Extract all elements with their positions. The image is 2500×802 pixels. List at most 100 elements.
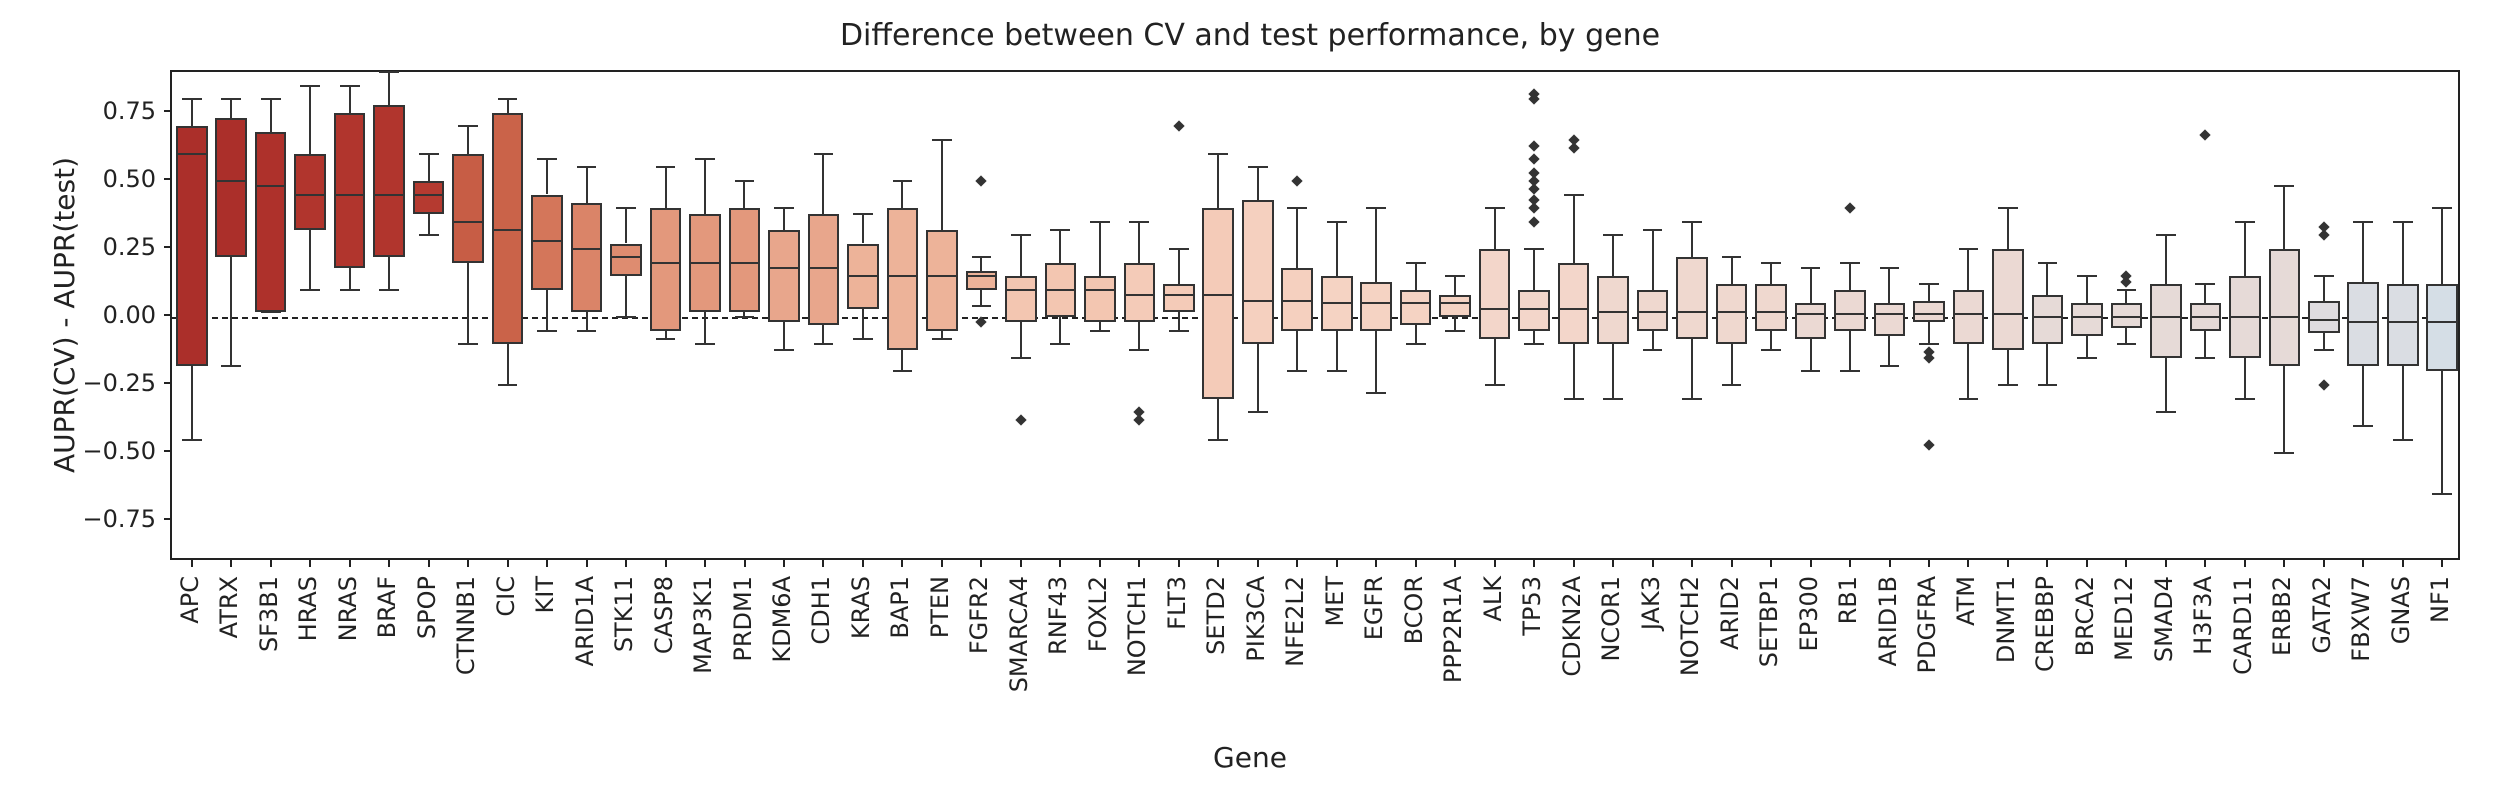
boxplot-box	[1949, 72, 1988, 558]
boxplot-box	[1909, 72, 1948, 558]
x-tick-label: CTNNB1	[452, 576, 480, 675]
boxplot-box	[2186, 72, 2225, 558]
x-tick	[230, 559, 232, 567]
x-tick-label: GATA2	[2308, 576, 2336, 654]
outlier-point	[1528, 153, 1539, 164]
outlier-point	[1923, 439, 1934, 450]
boxplot-box	[2265, 72, 2304, 558]
boxplot-box	[1830, 72, 1869, 558]
outlier-point	[1173, 121, 1184, 132]
x-tick-label: JAK3	[1637, 576, 1665, 630]
x-tick-label: MET	[1321, 576, 1349, 627]
boxplot-box	[1870, 72, 1909, 558]
x-tick-label: GNAS	[2387, 576, 2415, 644]
x-tick-label: RNF43	[1044, 576, 1072, 655]
boxplot-box	[1633, 72, 1672, 558]
y-tick-label: −0.25	[76, 369, 156, 397]
x-tick-label: CDKN2A	[1558, 576, 1586, 677]
x-tick	[1336, 559, 1338, 567]
x-tick-label: ATM	[1952, 576, 1980, 626]
x-tick-label: H3F3A	[2189, 576, 2217, 655]
x-tick	[2007, 559, 2009, 567]
x-tick-label: ERBB2	[2268, 576, 2296, 656]
x-tick-label: SETBP1	[1755, 576, 1783, 667]
outlier-point	[2200, 129, 2211, 140]
boxplot-box	[804, 72, 843, 558]
x-tick-label: ARID1A	[571, 576, 599, 666]
boxplot-box	[1475, 72, 1514, 558]
x-tick-label: SMAD4	[2150, 576, 2178, 662]
boxplot-box	[1396, 72, 1435, 558]
x-tick	[1494, 559, 1496, 567]
x-tick	[1573, 559, 1575, 567]
x-tick-label: NF1	[2426, 576, 2454, 623]
x-tick-label: FOXL2	[1084, 576, 1112, 652]
x-tick-label: ATRX	[215, 576, 243, 638]
x-tick-label: HRAS	[294, 576, 322, 641]
plot-container: −0.75−0.50−0.250.000.250.500.75	[170, 70, 2460, 560]
x-tick-label: SPOP	[413, 576, 441, 639]
y-tick-label: −0.50	[76, 437, 156, 465]
x-tick-label: CARD11	[2229, 576, 2257, 675]
boxplot-box	[606, 72, 645, 558]
x-tick	[1415, 559, 1417, 567]
x-tick-label: PPP2R1A	[1439, 576, 1467, 683]
x-tick	[2244, 559, 2246, 567]
boxplot-box	[1199, 72, 1238, 558]
x-tick	[980, 559, 982, 567]
boxplot-box	[2067, 72, 2106, 558]
x-tick	[1454, 559, 1456, 567]
x-tick	[1612, 559, 1614, 567]
boxplot-box	[646, 72, 685, 558]
x-tick-label: APC	[176, 576, 204, 624]
x-tick	[2204, 559, 2206, 567]
y-tick-label: 0.75	[76, 97, 156, 125]
boxplot-box	[685, 72, 724, 558]
x-tick	[1770, 559, 1772, 567]
x-tick	[1099, 559, 1101, 567]
x-tick-label: KDM6A	[768, 576, 796, 663]
x-tick	[2046, 559, 2048, 567]
x-tick	[2086, 559, 2088, 567]
x-tick	[428, 559, 430, 567]
boxplot-box	[1751, 72, 1790, 558]
x-tick	[2323, 559, 2325, 567]
outlier-point	[976, 317, 987, 328]
boxplot-box	[843, 72, 882, 558]
chart-figure: Difference between CV and test performan…	[0, 0, 2500, 802]
boxplot-box	[1356, 72, 1395, 558]
x-tick	[744, 559, 746, 567]
boxplot-box	[1672, 72, 1711, 558]
boxplot-box	[211, 72, 250, 558]
x-tick-label: BAP1	[886, 576, 914, 639]
x-tick-label: SMARCA4	[1005, 576, 1033, 692]
x-tick	[1296, 559, 1298, 567]
boxplot-box	[2107, 72, 2146, 558]
x-axis-label: Gene	[0, 741, 2500, 774]
x-tick	[1810, 559, 1812, 567]
x-tick	[1257, 559, 1259, 567]
boxplot-box	[172, 72, 211, 558]
x-tick-label: FGFR2	[965, 576, 993, 654]
x-tick-label: FLT3	[1163, 576, 1191, 630]
boxplot-box	[409, 72, 448, 558]
x-tick-label: STK11	[610, 576, 638, 652]
x-tick	[388, 559, 390, 567]
outlier-point	[1528, 140, 1539, 151]
boxplot-box	[2423, 72, 2462, 558]
chart-title: Difference between CV and test performan…	[0, 18, 2500, 53]
outlier-point	[1528, 194, 1539, 205]
outlier-point	[1844, 202, 1855, 213]
boxplot-box	[1041, 72, 1080, 558]
boxplot-box	[1514, 72, 1553, 558]
boxplot-box	[251, 72, 290, 558]
x-tick	[1928, 559, 1930, 567]
x-tick	[1691, 559, 1693, 567]
boxplot-box	[1238, 72, 1277, 558]
boxplot-box	[2146, 72, 2185, 558]
x-tick	[349, 559, 351, 567]
outlier-point	[2318, 379, 2329, 390]
x-tick-label: CASP8	[650, 576, 678, 654]
boxplot-box	[2383, 72, 2422, 558]
boxplot-box	[2028, 72, 2067, 558]
